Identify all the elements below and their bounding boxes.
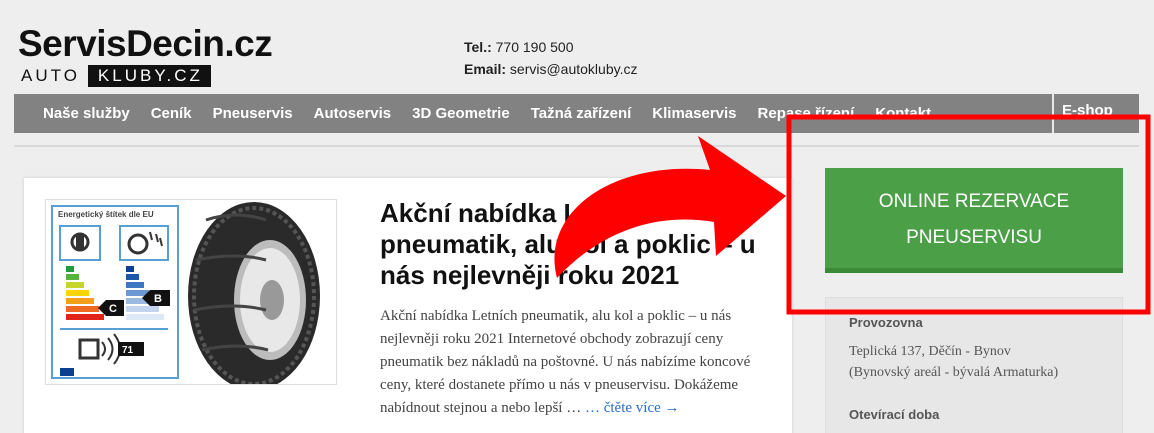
header-divider	[14, 145, 1139, 147]
article-title[interactable]: Akční nabídka Letních pneumatik, alu kol…	[380, 198, 780, 291]
article-excerpt: Akční nabídka Letních pneumatik, alu kol…	[380, 305, 780, 420]
label-grade-left: C	[109, 303, 117, 315]
branch-heading: Provozovna	[849, 315, 923, 330]
label-title: Energetický štítek dle EU	[58, 210, 154, 219]
tire-image-icon	[188, 202, 320, 384]
nav-item-contact[interactable]: Kontakt	[875, 105, 931, 122]
nav-item-pricelist[interactable]: Ceník	[151, 105, 192, 122]
article-card: Energetický štítek dle EU C B 71 Akční n…	[24, 178, 792, 433]
label-noise: 71	[122, 345, 134, 356]
address-line-2: (Bynovský areál - bývalá Armaturka)	[849, 365, 1059, 380]
nav-item-tire-service[interactable]: Pneuservis	[213, 105, 293, 122]
email-address[interactable]: servis@autokluby.cz	[510, 61, 638, 77]
contact-info: Tel.: 770 190 500 Email: servis@autoklub…	[464, 36, 637, 80]
logo-auto: AUTO	[21, 66, 80, 85]
label-grade-right: B	[154, 293, 162, 305]
eu-tire-label-icon: Energetický štítek dle EU C B 71	[51, 205, 179, 379]
nav-item-air-conditioning[interactable]: Klimaservis	[652, 105, 736, 122]
branch-info-box: Provozovna Teplická 137, Děčín - Bynov (…	[825, 297, 1123, 433]
nav-separator	[1052, 94, 1054, 133]
nav-item-steering-repair[interactable]: Repase řízení	[758, 105, 855, 122]
reservation-line-1: ONLINE REZERVACE	[878, 191, 1070, 212]
nav-item-3d-geometry[interactable]: 3D Geometrie	[412, 105, 510, 122]
nav-item-eshop[interactable]: E-shop	[1062, 102, 1113, 119]
nav-item-towbars[interactable]: Tažná zařízení	[531, 105, 632, 122]
site-logo[interactable]: ServisDecin.cz AUTO KLUBY.CZ	[18, 23, 273, 87]
opening-hours-heading: Otevírací doba	[849, 407, 940, 422]
reservation-line-2: PNEUSERVISU	[906, 227, 1042, 248]
email-label: Email:	[464, 61, 507, 77]
nav-item-car-service[interactable]: Autoservis	[314, 105, 392, 122]
online-reservation-button[interactable]: ONLINE REZERVACE PNEUSERVISU	[825, 168, 1123, 273]
branch-address: Teplická 137, Děčín - Bynov (Bynovský ar…	[849, 341, 1058, 383]
read-more-link[interactable]: … čtěte více →	[585, 400, 680, 416]
article-excerpt-text: Akční nabídka Letních pneumatik, alu kol…	[380, 308, 751, 416]
logo-subtitle: AUTO KLUBY.CZ	[18, 65, 272, 87]
logo-kluby: KLUBY.CZ	[87, 65, 211, 87]
nav-item-services[interactable]: Naše služby	[43, 105, 130, 122]
main-navigation: Naše služby Ceník Pneuservis Autoservis …	[14, 94, 1139, 133]
address-line-1: Teplická 137, Děčín - Bynov	[849, 344, 1011, 359]
logo-title: ServisDecin.cz	[18, 23, 273, 64]
article-thumbnail[interactable]: Energetický štítek dle EU C B 71	[45, 199, 337, 385]
phone-label: Tel.:	[464, 39, 492, 55]
phone-number[interactable]: 770 190 500	[496, 39, 574, 55]
nav-items: Naše služby Ceník Pneuservis Autoservis …	[43, 94, 952, 133]
